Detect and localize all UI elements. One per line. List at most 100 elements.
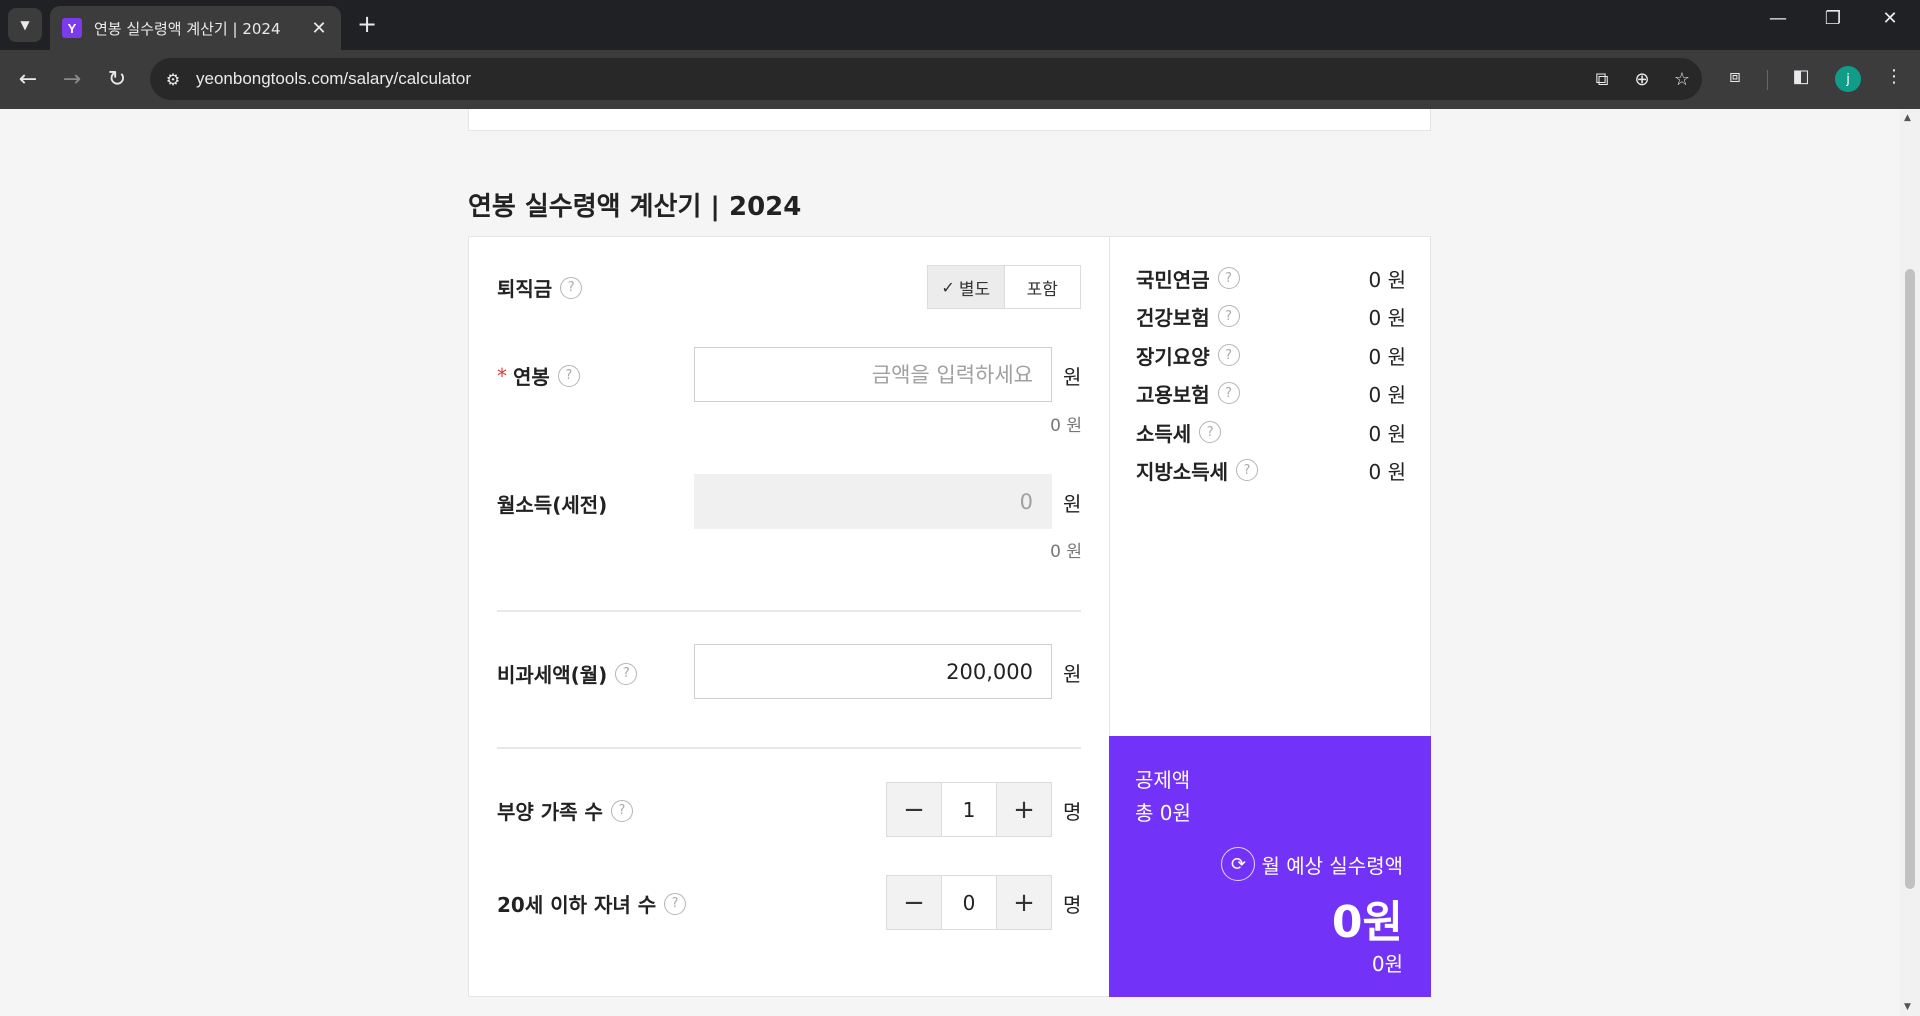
deduction-row-local-tax: 지방소득세? 0 원 bbox=[1136, 455, 1406, 485]
children-label: 20세 이하 자녀 수 bbox=[497, 893, 657, 917]
annual-salary-label: 연봉 bbox=[513, 365, 550, 389]
dependents-value[interactable]: 1 bbox=[941, 783, 997, 836]
side-panel-icon[interactable]: ◧ bbox=[1784, 66, 1818, 87]
scroll-up-arrow-icon[interactable]: ▲ bbox=[1904, 113, 1911, 123]
site-info-icon[interactable]: ⚙ bbox=[158, 64, 188, 94]
nontaxable-help-icon[interactable]: ? bbox=[615, 662, 638, 685]
reload-icon[interactable]: ↻ bbox=[101, 63, 133, 95]
chevron-down-icon: ▼ bbox=[20, 18, 30, 32]
annual-salary-sub-amount: 0 원 bbox=[1050, 416, 1082, 436]
result-panel: 공제액 총 0원 ⟳ 월 예상 실수령액 0원 0원 bbox=[1109, 736, 1431, 997]
deduction-value: 0 원 bbox=[1368, 421, 1406, 446]
extensions-icon[interactable]: ⧈ bbox=[1718, 66, 1752, 87]
severance-help-icon[interactable]: ? bbox=[560, 276, 583, 299]
minimize-icon[interactable]: — bbox=[1758, 8, 1798, 29]
annual-salary-input[interactable] bbox=[694, 347, 1052, 402]
nontaxable-input[interactable] bbox=[694, 644, 1052, 699]
nontaxable-label: 비과세액(월) bbox=[497, 663, 608, 687]
monthly-takehome-label-row: ⟳ 월 예상 실수령액 bbox=[1221, 847, 1403, 881]
section-divider bbox=[497, 747, 1081, 749]
severance-toggle: ✓ 별도 포함 bbox=[927, 265, 1081, 309]
children-decrement-button[interactable]: − bbox=[887, 876, 941, 929]
annual-salary-help-icon[interactable]: ? bbox=[557, 364, 580, 387]
deductions-panel: 국민연금? 0 원 건강보험? 0 원 장기요양? 0 원 고용보험? 0 원 … bbox=[1109, 237, 1431, 736]
refresh-icon[interactable]: ⟳ bbox=[1221, 847, 1256, 881]
monthly-income-input bbox=[694, 474, 1052, 529]
nontaxable-unit: 원 bbox=[1063, 662, 1082, 686]
dependents-increment-button[interactable]: + bbox=[997, 783, 1051, 836]
annual-salary-label-row: * 연봉 ? bbox=[497, 361, 580, 390]
children-increment-button[interactable]: + bbox=[997, 876, 1051, 929]
nontaxable-label-row: 비과세액(월) ? bbox=[497, 659, 638, 688]
scroll-thumb[interactable] bbox=[1905, 269, 1915, 889]
severance-option-included[interactable]: 포함 bbox=[1005, 266, 1081, 308]
window-close-icon[interactable]: ✕ bbox=[1870, 8, 1910, 29]
toolbar-divider bbox=[1767, 70, 1768, 90]
address-bar[interactable]: ⚙ yeonbongtools.com/salary/calculator ⧉ … bbox=[150, 58, 1702, 100]
bookmark-star-icon[interactable]: ☆ bbox=[1662, 69, 1702, 90]
health-help-icon[interactable]: ? bbox=[1217, 305, 1240, 327]
dependents-help-icon[interactable]: ? bbox=[610, 799, 633, 822]
severance-label-row: 퇴직금 ? bbox=[497, 273, 583, 302]
install-app-icon[interactable]: ⧉ bbox=[1582, 69, 1622, 90]
dependents-label-row: 부양 가족 수 ? bbox=[497, 796, 633, 825]
children-label-row: 20세 이하 자녀 수 ? bbox=[497, 889, 687, 918]
deduction-name: 고용보험 bbox=[1136, 382, 1210, 407]
deduction-row-income-tax: 소득세? 0 원 bbox=[1136, 417, 1406, 447]
deduction-name: 소득세 bbox=[1136, 421, 1192, 446]
children-stepper: − 0 + bbox=[886, 875, 1052, 930]
longterm-care-help-icon[interactable]: ? bbox=[1217, 344, 1240, 366]
deduction-row-health: 건강보험? 0 원 bbox=[1136, 301, 1406, 331]
page-scrollbar[interactable]: ▲ ▼ bbox=[1900, 109, 1920, 1016]
browser-tab-active[interactable]: Y 연봉 실수령액 계산기 | 2024 ✕ bbox=[50, 6, 341, 50]
monthly-takehome-label: 월 예상 실수령액 bbox=[1261, 853, 1403, 878]
local-tax-help-icon[interactable]: ? bbox=[1236, 459, 1258, 481]
new-tab-button[interactable]: + bbox=[352, 10, 382, 38]
restore-icon[interactable]: ❐ bbox=[1813, 8, 1853, 29]
tab-search-button[interactable]: ▼ bbox=[8, 8, 42, 42]
pension-help-icon[interactable]: ? bbox=[1217, 267, 1240, 289]
annual-salary-unit: 원 bbox=[1063, 365, 1082, 389]
severance-label: 퇴직금 bbox=[497, 277, 553, 301]
profile-avatar[interactable]: j bbox=[1835, 66, 1861, 92]
severance-option-separate[interactable]: ✓ 별도 bbox=[928, 266, 1005, 308]
browser-tab-bar: ▼ Y 연봉 실수령액 계산기 | 2024 ✕ + — ❐ ✕ bbox=[0, 0, 1920, 50]
deduction-name: 지방소득세 bbox=[1136, 459, 1228, 484]
forward-arrow-icon[interactable]: → bbox=[56, 63, 88, 95]
children-value[interactable]: 0 bbox=[941, 876, 997, 929]
children-help-icon[interactable]: ? bbox=[664, 892, 687, 915]
menu-kebab-icon[interactable]: ⋮ bbox=[1877, 66, 1911, 87]
employment-help-icon[interactable]: ? bbox=[1217, 382, 1240, 404]
income-tax-help-icon[interactable]: ? bbox=[1199, 421, 1222, 443]
calculator-card: 퇴직금 ? ✓ 별도 포함 * 연봉 ? 원 0 원 월소득(세전) 원 0 원… bbox=[468, 236, 1431, 997]
monthly-income-label: 월소득(세전) bbox=[497, 493, 608, 517]
url-text[interactable]: yeonbongtools.com/salary/calculator bbox=[196, 69, 1582, 89]
deduction-value: 0 원 bbox=[1368, 344, 1406, 369]
section-divider bbox=[497, 610, 1081, 612]
browser-toolbar: ← → ↻ ⚙ yeonbongtools.com/salary/calcula… bbox=[0, 50, 1920, 109]
scroll-down-arrow-icon[interactable]: ▼ bbox=[1904, 1002, 1911, 1012]
deduction-row-employment: 고용보험? 0 원 bbox=[1136, 378, 1406, 408]
dependents-decrement-button[interactable]: − bbox=[887, 783, 941, 836]
deduction-value: 0 원 bbox=[1368, 382, 1406, 407]
zoom-icon[interactable]: ⊕ bbox=[1622, 69, 1662, 90]
monthly-income-unit: 원 bbox=[1063, 492, 1082, 516]
dependents-stepper: − 1 + bbox=[886, 782, 1052, 837]
dependents-unit: 명 bbox=[1063, 800, 1082, 824]
deduction-total-label: 공제액 bbox=[1135, 768, 1191, 792]
dependents-label: 부양 가족 수 bbox=[497, 800, 603, 824]
deduction-row-longterm-care: 장기요양? 0 원 bbox=[1136, 340, 1406, 370]
deduction-name: 장기요양 bbox=[1136, 344, 1210, 369]
tab-close-icon[interactable]: ✕ bbox=[309, 18, 329, 39]
monthly-income-sub-amount: 0 원 bbox=[1050, 542, 1082, 562]
children-unit: 명 bbox=[1063, 893, 1082, 917]
deduction-value: 0 원 bbox=[1368, 267, 1406, 292]
required-mark: * bbox=[497, 363, 507, 388]
deduction-name: 국민연금 bbox=[1136, 267, 1210, 292]
site-favicon-icon: Y bbox=[62, 18, 82, 38]
back-arrow-icon[interactable]: ← bbox=[12, 63, 44, 95]
deduction-value: 0 원 bbox=[1368, 459, 1406, 484]
annual-takehome-amount: 0원 bbox=[1371, 952, 1403, 976]
check-icon: ✓ bbox=[941, 277, 955, 297]
deduction-value: 0 원 bbox=[1368, 305, 1406, 330]
